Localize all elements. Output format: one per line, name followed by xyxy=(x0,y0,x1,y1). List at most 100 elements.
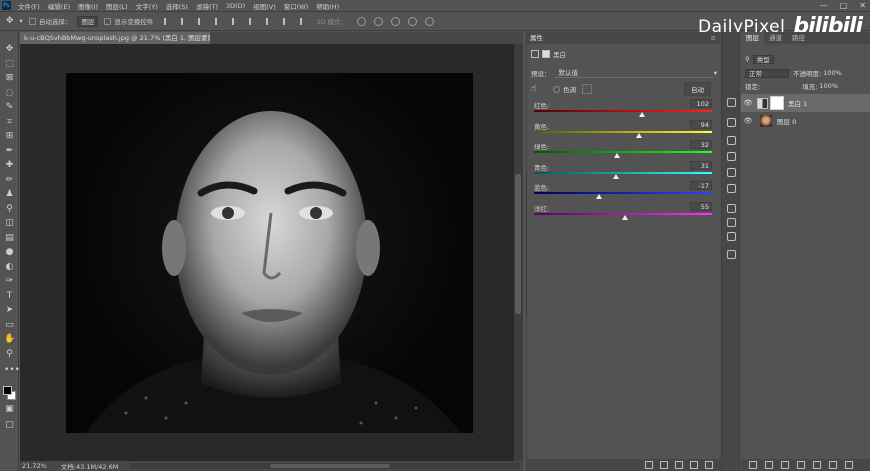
more-tools-icon[interactable]: ••• xyxy=(4,365,20,376)
align-hcenter-icon[interactable] xyxy=(181,17,188,25)
character-panel-icon[interactable] xyxy=(727,204,736,213)
info-panel-icon[interactable] xyxy=(727,184,736,193)
slider-thumb[interactable] xyxy=(638,112,645,117)
slider-value-input[interactable]: 55 xyxy=(690,201,712,211)
auto-select-checkbox[interactable] xyxy=(28,17,36,25)
menu-image[interactable]: 图像(I) xyxy=(78,1,98,11)
document-image[interactable] xyxy=(66,73,473,433)
quick-mask-icon[interactable]: ▣ xyxy=(4,404,15,415)
3d-scale-icon[interactable] xyxy=(425,16,435,26)
distribute-spacing-icon[interactable] xyxy=(283,17,290,25)
slider-thumb[interactable] xyxy=(596,194,603,199)
slider-value-input[interactable]: -17 xyxy=(690,181,712,190)
fill-value[interactable]: 100% xyxy=(819,82,838,90)
slider-track[interactable] xyxy=(534,192,712,194)
slider-thumb[interactable] xyxy=(635,132,642,138)
tint-color-swatch[interactable] xyxy=(582,84,592,94)
new-adjustment-icon[interactable] xyxy=(797,461,805,469)
shape-tool-icon[interactable]: ▭ xyxy=(4,320,15,331)
preset-select[interactable]: 默认值 xyxy=(554,68,714,78)
history-panel-icon[interactable] xyxy=(727,98,736,107)
zoom-tool-icon[interactable]: ⚲ xyxy=(4,349,15,360)
auto-select-option[interactable]: 自动选择： xyxy=(28,16,71,26)
dodge-tool-icon[interactable]: ◐ xyxy=(4,262,15,273)
gradient-tool-icon[interactable]: ▤ xyxy=(4,233,15,244)
menu-3d[interactable]: 3D(D) xyxy=(226,2,245,10)
type-tool-icon[interactable]: T xyxy=(4,291,15,302)
pen-tool-icon[interactable]: ✑ xyxy=(4,276,15,287)
menu-view[interactable]: 视图(V) xyxy=(253,1,276,11)
slider-value-input[interactable]: 31 xyxy=(690,160,712,170)
slider-thumb[interactable] xyxy=(621,214,628,220)
menu-layer[interactable]: 图层(L) xyxy=(106,1,128,11)
quick-select-tool-icon[interactable]: ✎ xyxy=(4,102,15,113)
clip-to-layer-icon[interactable] xyxy=(645,461,653,469)
artboard-tool-icon[interactable]: ⊠ xyxy=(4,73,15,84)
link-layers-icon[interactable] xyxy=(749,461,757,469)
menu-edit[interactable]: 编辑(E) xyxy=(48,1,70,11)
opacity-value[interactable]: 100% xyxy=(823,69,842,77)
menu-type[interactable]: 文字(Y) xyxy=(136,1,158,11)
stamp-tool-icon[interactable]: ♟ xyxy=(4,189,15,200)
3d-roll-icon[interactable] xyxy=(374,16,384,26)
align-right-icon[interactable] xyxy=(198,17,205,25)
color-slider[interactable]: 青色: 31 xyxy=(531,160,717,183)
slider-track[interactable] xyxy=(534,171,712,174)
layer-filter-select[interactable]: 类型 xyxy=(752,54,774,64)
horizontal-scroll-thumb[interactable] xyxy=(270,464,390,468)
auto-select-target-select[interactable]: 图层 xyxy=(77,15,99,27)
align-vcenter-icon[interactable] xyxy=(232,17,239,25)
foreground-color-swatch[interactable] xyxy=(3,386,12,395)
brush-tool-icon[interactable]: ✏ xyxy=(4,175,15,186)
crop-tool-icon[interactable]: ⌗ xyxy=(4,117,15,128)
libraries-panel-icon[interactable] xyxy=(727,152,736,161)
horizontal-scrollbar[interactable] xyxy=(130,463,520,469)
reset-icon[interactable] xyxy=(675,461,683,469)
eye-icon[interactable]: 👁 xyxy=(741,117,755,125)
eraser-tool-icon[interactable]: ◫ xyxy=(4,218,15,229)
move-tool-icon[interactable]: ✥ xyxy=(4,44,15,55)
tint-checkbox[interactable] xyxy=(553,85,560,93)
healing-tool-icon[interactable]: ✚ xyxy=(4,160,15,171)
eyedropper-tool-icon[interactable]: ✒ xyxy=(4,146,15,157)
maximize-button[interactable]: □ xyxy=(840,1,848,10)
panel-menu-icon[interactable]: ≡ xyxy=(711,32,716,44)
slider-track[interactable] xyxy=(534,130,712,133)
trash-icon[interactable] xyxy=(705,461,713,469)
menu-help[interactable]: 帮助(H) xyxy=(316,1,339,11)
3d-orbit-icon[interactable] xyxy=(357,16,367,26)
slider-track[interactable] xyxy=(534,151,712,153)
distribute-icon[interactable] xyxy=(266,17,273,25)
3d-slide-icon[interactable] xyxy=(408,16,418,26)
color-slider[interactable]: 蓝色: -17 xyxy=(531,181,717,203)
lasso-tool-icon[interactable]: ◌ xyxy=(4,88,15,99)
brush-settings-icon[interactable] xyxy=(727,250,736,259)
slider-value-input[interactable]: 32 xyxy=(690,140,712,149)
layer-row-photo[interactable]: 👁 图层 0 xyxy=(741,112,870,130)
slider-thumb[interactable] xyxy=(613,173,620,179)
align-top-icon[interactable] xyxy=(215,17,222,25)
more-options-icon[interactable] xyxy=(300,17,307,25)
slider-value-input[interactable]: 94 xyxy=(690,119,712,129)
actions-panel-icon[interactable] xyxy=(727,118,736,127)
color-slider[interactable]: 绿色: 32 xyxy=(531,140,717,162)
mask-thumbnail[interactable] xyxy=(770,96,784,110)
menu-select[interactable]: 选择(S) xyxy=(166,1,188,11)
layer-name[interactable]: 图层 0 xyxy=(777,116,796,126)
tool-preset-dropdown-icon[interactable]: ▾ xyxy=(20,17,23,25)
fx-icon[interactable] xyxy=(765,461,773,469)
slider-thumb[interactable] xyxy=(613,153,620,158)
tab-paths[interactable]: 路径 xyxy=(787,32,810,44)
new-layer-icon[interactable] xyxy=(829,461,837,469)
hand-tool-icon[interactable]: ✋ xyxy=(4,334,15,345)
history-brush-icon[interactable]: ⚲ xyxy=(4,204,15,215)
tab-layers[interactable]: 图层 xyxy=(741,32,764,44)
close-button[interactable]: ✕ xyxy=(859,1,866,10)
show-transform-checkbox[interactable] xyxy=(104,17,112,25)
blend-mode-select[interactable]: 正常 xyxy=(745,68,789,78)
layer-row-adjustment[interactable]: 👁 黑白 1 xyxy=(741,94,870,112)
screen-mode-icon[interactable]: ▢ xyxy=(4,420,15,431)
zoom-level[interactable]: 21.72% xyxy=(22,462,47,470)
3d-pan-icon[interactable] xyxy=(391,16,401,26)
color-slider[interactable]: 洋红: 55 xyxy=(531,201,717,224)
